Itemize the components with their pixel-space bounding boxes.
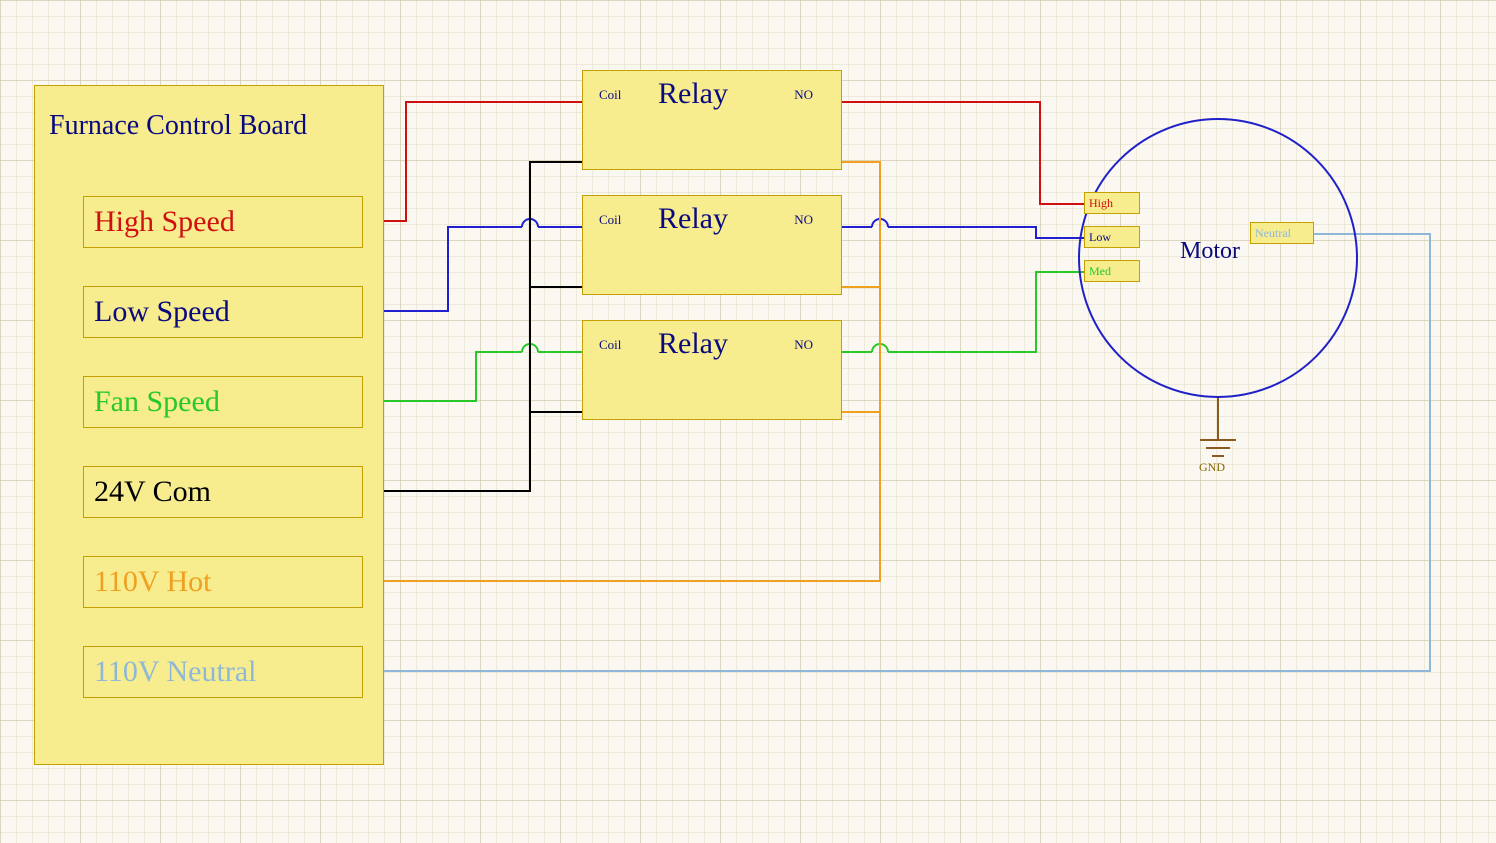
motor-terminal-low: Low — [1084, 226, 1140, 248]
terminal-110v-hot: 110V Hot — [83, 556, 363, 608]
relay-2-title: Relay — [658, 202, 728, 236]
relay-3-title: Relay — [658, 327, 728, 361]
motor-terminal-med: Med — [1084, 260, 1140, 282]
terminal-fan-speed: Fan Speed — [83, 376, 363, 428]
relay-2-coil-label: Coil — [599, 212, 621, 228]
relay-2: Coil Relay NO — [582, 195, 842, 295]
terminal-110v-neutral: 110V Neutral — [83, 646, 363, 698]
relay-3: Coil Relay NO — [582, 320, 842, 420]
furnace-control-board: Furnace Control Board High Speed Low Spe… — [34, 85, 384, 765]
relay-2-no-label: NO — [794, 212, 813, 228]
terminal-24v-com: 24V Com — [83, 466, 363, 518]
relay-1-title: Relay — [658, 77, 728, 111]
relay-1-no-label: NO — [794, 87, 813, 103]
motor-terminal-neutral: Neutral — [1250, 222, 1314, 244]
terminal-high-speed: High Speed — [83, 196, 363, 248]
relay-1-coil-label: Coil — [599, 87, 621, 103]
fcb-title: Furnace Control Board — [49, 110, 307, 142]
relay-3-no-label: NO — [794, 337, 813, 353]
relay-1: Coil Relay NO — [582, 70, 842, 170]
motor-label: Motor — [1180, 238, 1240, 265]
relay-3-coil-label: Coil — [599, 337, 621, 353]
ground-label: GND — [1199, 460, 1225, 475]
terminal-low-speed: Low Speed — [83, 286, 363, 338]
motor-terminal-high: High — [1084, 192, 1140, 214]
